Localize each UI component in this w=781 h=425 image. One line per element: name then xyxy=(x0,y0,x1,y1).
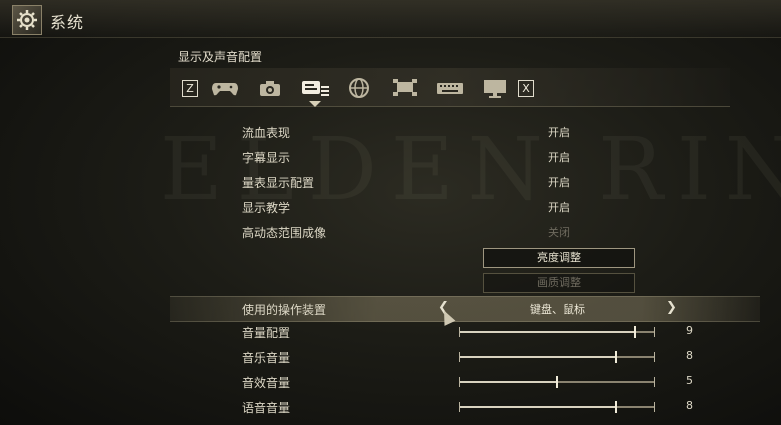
slider-thumb[interactable] xyxy=(556,376,558,388)
tab-camera[interactable] xyxy=(253,77,287,99)
setting-row[interactable]: 量表显示配置 开启 xyxy=(170,170,760,194)
setting-value: 关闭 xyxy=(548,226,570,239)
slider-thumb[interactable] xyxy=(634,326,637,338)
setting-label: 显示教学 xyxy=(242,201,291,215)
tab-prev-key[interactable]: Z xyxy=(182,80,198,97)
gamepad-icon xyxy=(212,83,238,96)
tab-divider xyxy=(170,106,730,107)
setting-label: 高动态范围成像 xyxy=(242,226,327,240)
setting-label: 语音音量 xyxy=(242,401,291,415)
slider-thumb[interactable] xyxy=(614,351,617,363)
input-device-row[interactable]: 使用的操作装置 ❮ 键盘、鼠标 ❯ xyxy=(170,296,760,322)
setting-value: 开启 xyxy=(548,176,570,189)
globe-icon xyxy=(349,78,369,98)
setting-label: 量表显示配置 xyxy=(242,176,315,190)
volume-slider[interactable] xyxy=(459,376,655,388)
volume-row[interactable]: 音乐音量 8 xyxy=(170,345,760,369)
chevron-right-icon[interactable]: ❯ xyxy=(666,300,677,315)
system-gear-icon xyxy=(12,5,42,35)
volume-value: 5 xyxy=(686,374,693,387)
volume-slider[interactable] xyxy=(459,401,655,413)
window-title: 系统 xyxy=(50,13,85,32)
tab-keyboard[interactable] xyxy=(433,77,467,99)
setting-label: 音乐音量 xyxy=(242,351,291,365)
setting-row[interactable]: 显示教学 开启 xyxy=(170,195,760,219)
volume-row[interactable]: 音效音量 5 xyxy=(170,370,760,394)
setting-label: 使用的操作装置 xyxy=(242,303,327,317)
volume-row[interactable]: 音量配置 9 xyxy=(170,320,760,344)
setting-value: 开启 xyxy=(548,126,570,139)
title-bar xyxy=(0,0,781,38)
volume-row[interactable]: 语音音量 8 xyxy=(170,395,760,419)
setting-value: 开启 xyxy=(548,151,570,164)
setting-row-hdr: 高动态范围成像 关闭 xyxy=(170,220,760,244)
volume-slider[interactable] xyxy=(459,326,655,338)
title-divider xyxy=(0,37,781,38)
volume-slider[interactable] xyxy=(459,351,655,363)
volume-value: 8 xyxy=(686,399,693,412)
setting-value: 开启 xyxy=(548,201,570,214)
setting-row[interactable]: 流血表现 开启 xyxy=(170,120,760,144)
volume-value: 8 xyxy=(686,349,693,362)
quality-button: 画质调整 xyxy=(483,273,635,293)
tab-graphics[interactable] xyxy=(478,77,512,99)
camera-icon xyxy=(260,81,280,96)
tab-controls[interactable] xyxy=(208,77,242,99)
tab-next-key[interactable]: X xyxy=(518,80,534,97)
volume-value: 9 xyxy=(686,324,693,337)
brightness-button[interactable]: 亮度调整 xyxy=(483,248,635,268)
setting-row[interactable]: 字幕显示 开启 xyxy=(170,145,760,169)
device-value: 键盘、鼠标 xyxy=(530,303,585,316)
slider-thumb[interactable] xyxy=(614,401,617,413)
monitor-icon xyxy=(484,80,506,98)
setting-label: 流血表现 xyxy=(242,126,291,140)
keyboard-icon xyxy=(437,83,463,94)
tab-online[interactable] xyxy=(388,77,422,99)
tab-network[interactable] xyxy=(342,77,376,99)
setting-label: 音效音量 xyxy=(242,376,291,390)
section-title: 显示及声音配置 xyxy=(178,50,263,64)
setting-label: 字幕显示 xyxy=(242,151,291,165)
display-settings-icon xyxy=(302,81,329,96)
setting-label: 音量配置 xyxy=(242,326,291,340)
tab-display-sound[interactable] xyxy=(298,77,332,107)
network-icon xyxy=(393,79,417,96)
